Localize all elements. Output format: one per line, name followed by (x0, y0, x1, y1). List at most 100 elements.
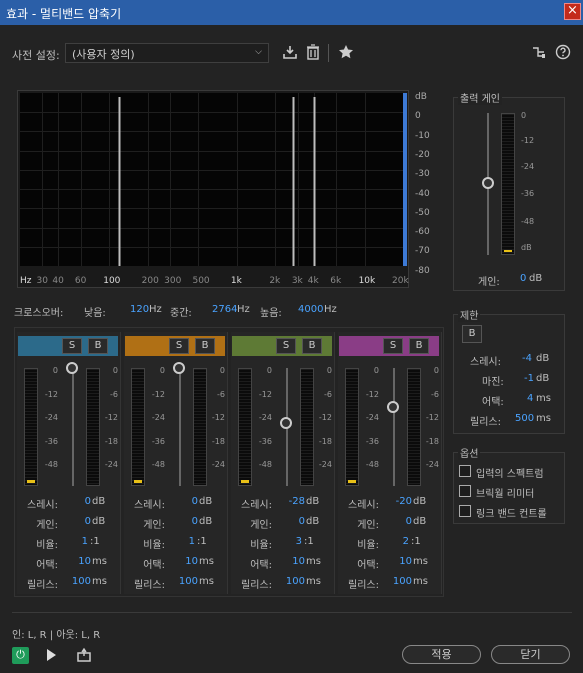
crossover-mid-value[interactable]: 2764 (212, 304, 237, 315)
meter-segment (194, 393, 206, 394)
band-2: S B 0 -12 -24 -36 -48 0 -6 -12 -18 -24 스레시: 0 dB 게인: 0 dB… (124, 332, 228, 594)
band-4: S B 0 -12 -24 -36 -48 0 -6 -12 -18 -24 스레시: -20 dB 게인: 0… (338, 332, 442, 594)
help-icon[interactable] (554, 44, 572, 62)
limit-bypass-button[interactable]: B (462, 325, 482, 343)
solo-button[interactable]: S (169, 338, 189, 354)
meter-segment (408, 465, 420, 466)
band-ratio-value[interactable]: 1 (82, 536, 88, 550)
band-scale-left-tick: -48 (151, 460, 165, 469)
graph-scrollbar[interactable] (403, 93, 407, 266)
band-attack-value[interactable]: 10 (78, 556, 91, 570)
meter-segment (301, 474, 313, 475)
threshold-fader-knob[interactable] (66, 362, 78, 374)
band-threshold-value[interactable]: 0 (85, 496, 91, 510)
preset-dropdown[interactable]: (사용자 정의) ⌵ (65, 43, 269, 63)
meter-segment (408, 408, 420, 409)
band-ratio-value[interactable]: 1 (189, 536, 195, 550)
band-input-meter (131, 368, 145, 486)
crossover-low-value[interactable]: 120 (130, 304, 149, 315)
output-gain-value[interactable]: 0 (520, 273, 526, 284)
band-threshold-value[interactable]: -28 (289, 496, 305, 510)
band-gain-reduction-meter (193, 368, 207, 486)
solo-button[interactable]: S (62, 338, 82, 354)
band-gain-reduction-meter (86, 368, 100, 486)
band-threshold-label: 스레시: (348, 500, 379, 511)
limit-attack-value[interactable]: 4 (527, 393, 533, 404)
solo-button[interactable]: S (383, 338, 403, 354)
option-link-band-checkbox[interactable] (459, 505, 471, 517)
band-scale-left-tick: -36 (44, 436, 58, 446)
apply-button[interactable]: 적용 (402, 645, 481, 664)
meter-segment (301, 378, 313, 379)
close-window-button[interactable]: × (564, 3, 581, 20)
band-attack-value[interactable]: 10 (292, 556, 305, 570)
band-release-value[interactable]: 100 (72, 576, 91, 590)
threshold-fader-knob[interactable] (387, 400, 399, 413)
meter-segment (408, 459, 420, 460)
output-gain-fader-knob[interactable] (482, 177, 494, 189)
meter-segment (194, 387, 206, 388)
band-gain-value[interactable]: 0 (406, 516, 412, 530)
meter-segment (346, 387, 358, 388)
band-attack-value[interactable]: 10 (185, 556, 198, 570)
bypass-button[interactable]: B (409, 338, 429, 354)
meter-segment (194, 447, 206, 448)
save-preset-icon[interactable] (281, 44, 299, 62)
close-button[interactable]: 닫기 (491, 645, 570, 664)
band-ratio-value[interactable]: 3 (296, 536, 302, 550)
meter-segment (239, 474, 251, 475)
play-icon[interactable] (43, 648, 59, 664)
bypass-button[interactable]: B (195, 338, 215, 354)
limit-release-value[interactable]: 500 (515, 413, 534, 424)
loop-export-icon[interactable] (75, 647, 93, 665)
band-attack-unit: ms (306, 556, 321, 567)
threshold-fader-knob[interactable] (280, 417, 292, 430)
meter-segment (239, 375, 251, 376)
band-ratio-value[interactable]: 2 (403, 536, 409, 550)
threshold-fader-knob[interactable] (173, 362, 185, 374)
band-gain-value[interactable]: 0 (299, 516, 305, 530)
meter-segment (87, 384, 99, 385)
band-release-value[interactable]: 100 (393, 576, 412, 590)
meter-segment (301, 387, 313, 388)
crossover-high-value[interactable]: 4000 (298, 304, 323, 315)
meter-segment (408, 474, 420, 475)
meter-segment (87, 480, 99, 481)
band-release-value[interactable]: 100 (286, 576, 305, 590)
band-gain-value[interactable]: 0 (85, 516, 91, 530)
meter-segment (346, 405, 358, 406)
band-threshold-value[interactable]: 0 (192, 496, 198, 510)
graph-plot-area[interactable] (20, 93, 403, 266)
meter-segment (502, 249, 514, 250)
band-scale-right-tick: -6 (110, 389, 118, 399)
meter-segment (346, 390, 358, 391)
favorite-star-icon[interactable] (337, 44, 355, 62)
band-gain-value[interactable]: 0 (192, 516, 198, 530)
band-attack-value[interactable]: 10 (399, 556, 412, 570)
limit-margin-value[interactable]: -1 (524, 373, 534, 384)
option-input-spectrum-checkbox[interactable] (459, 465, 471, 477)
bypass-button[interactable]: B (88, 338, 108, 354)
meter-segment (239, 444, 251, 445)
limit-threshold-value[interactable]: -4 (522, 353, 532, 364)
meter-segment (301, 456, 313, 457)
graph-y-tick: -80 (415, 265, 430, 276)
meter-segment (502, 147, 514, 148)
band-release-value[interactable]: 100 (179, 576, 198, 590)
graph-x-tick: 4k (307, 276, 319, 286)
graph-x-tick: 300 (164, 276, 182, 286)
meter-segment (25, 459, 37, 460)
meter-segment (87, 402, 99, 403)
meter-segment (301, 384, 313, 385)
power-toggle-icon[interactable]: ⏻ (12, 647, 29, 664)
meter-segment (346, 381, 358, 382)
routing-icon[interactable] (531, 45, 547, 61)
meter-segment (25, 435, 37, 436)
limit-margin-label: 마진: (482, 377, 504, 388)
meter-segment (346, 468, 358, 469)
band-threshold-value[interactable]: -20 (396, 496, 412, 510)
option-brickwall-limiter-checkbox[interactable] (459, 485, 471, 497)
solo-button[interactable]: S (276, 338, 296, 354)
delete-preset-icon[interactable] (305, 44, 321, 62)
bypass-button[interactable]: B (302, 338, 322, 354)
